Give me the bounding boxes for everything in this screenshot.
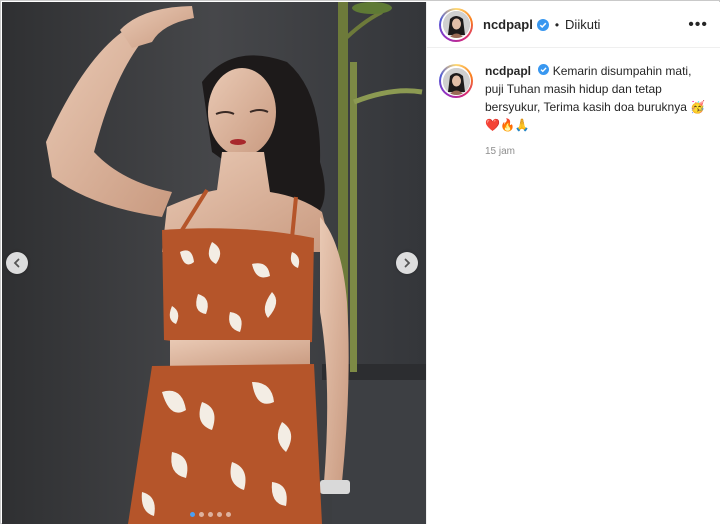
avatar[interactable] (439, 7, 473, 42)
profile-picture (442, 11, 470, 38)
photo-illustration (2, 2, 426, 524)
carousel-dot (208, 512, 213, 517)
caption-username[interactable]: ncdpapl (485, 64, 531, 78)
follow-status-button[interactable]: Diikuti (565, 17, 600, 32)
chevron-left-icon (13, 258, 20, 268)
caption-comment: ncdpapl Kemarin disumpahin mati, puji Tu… (427, 48, 720, 161)
carousel-dot (226, 512, 231, 517)
post-timestamp[interactable]: 15 jam (485, 143, 708, 161)
post-photo[interactable] (2, 2, 426, 524)
avatar[interactable] (439, 64, 473, 98)
carousel-dot (217, 512, 222, 517)
next-slide-button[interactable] (396, 252, 418, 274)
chevron-right-icon (404, 258, 411, 268)
verified-badge-icon (538, 64, 550, 75)
profile-picture (442, 67, 470, 95)
post-sidebar: ncdpapl • Diikuti ••• ncdpapl Kemarin di… (426, 2, 720, 524)
carousel-dot (190, 512, 195, 517)
carousel-indicator (190, 512, 231, 517)
previous-slide-button[interactable] (6, 252, 28, 274)
instagram-post-window: ncdpapl • Diikuti ••• ncdpapl Kemarin di… (0, 0, 720, 524)
dot-separator: • (554, 17, 560, 32)
more-options-icon[interactable]: ••• (688, 16, 708, 34)
verified-badge-icon (536, 18, 549, 31)
caption-body: ncdpapl Kemarin disumpahin mati, puji Tu… (485, 62, 708, 161)
post-header: ncdpapl • Diikuti ••• (427, 2, 720, 48)
post-username[interactable]: ncdpapl (483, 17, 533, 32)
carousel-dot (199, 512, 204, 517)
